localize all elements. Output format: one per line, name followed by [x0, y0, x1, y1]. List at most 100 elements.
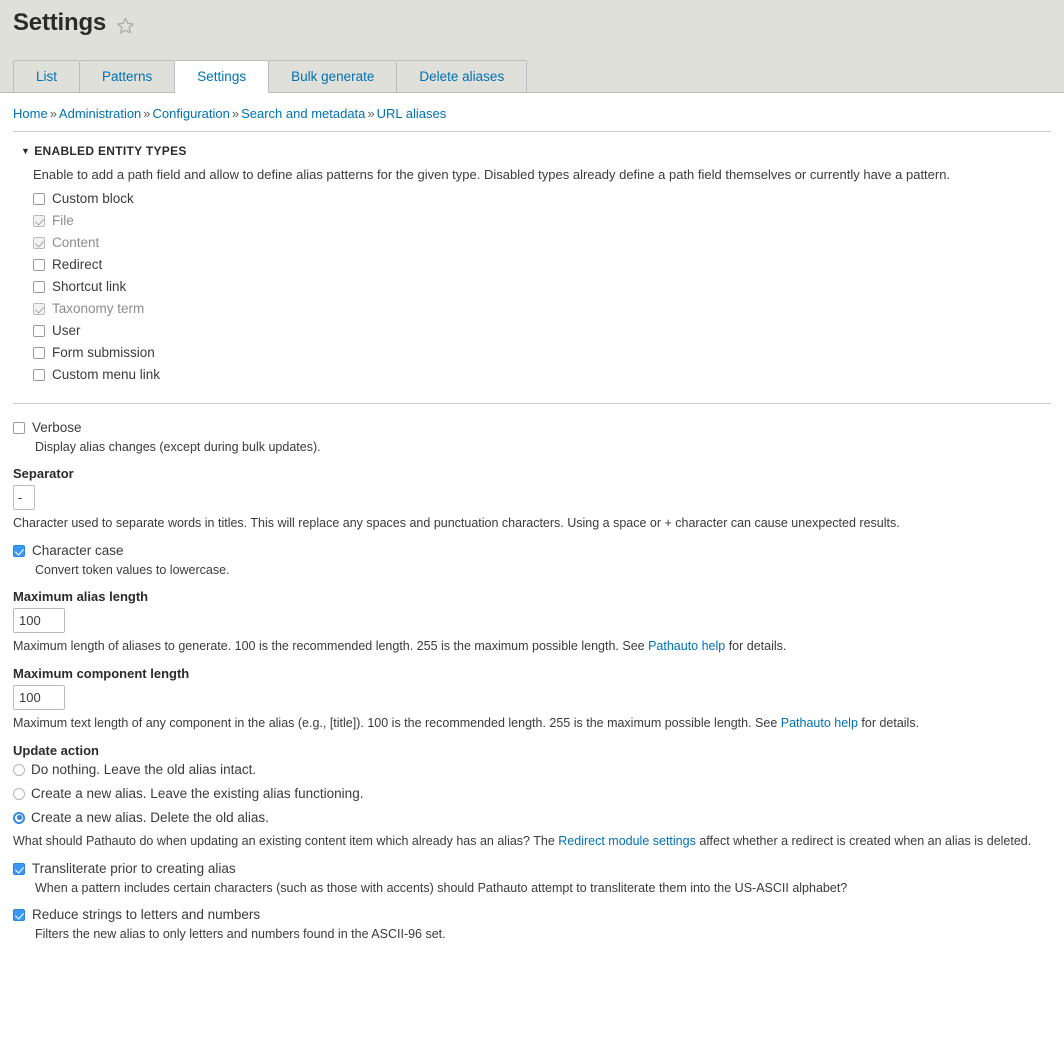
breadcrumb-item-configuration[interactable]: Configuration: [153, 106, 230, 121]
max-alias-length-label: Maximum alias length: [13, 589, 149, 604]
reduce-strings-description: Filters the new alias to only letters an…: [35, 927, 446, 941]
entity-type-row[interactable]: Custom menu link: [33, 367, 1051, 382]
legend-label: ENABLED ENTITY TYPES: [34, 144, 187, 158]
enabled-entity-types-fieldset: ▼ ENABLED ENTITY TYPES Enable to add a pa…: [13, 131, 1051, 404]
reduce-strings-group: Reduce strings to letters and numbers Fi…: [13, 907, 1051, 941]
page-title-row: Settings: [0, 0, 1064, 38]
entity-type-row[interactable]: User: [33, 323, 1051, 338]
tab-settings[interactable]: Settings: [174, 60, 270, 93]
entity-type-checkbox-form-submission[interactable]: [33, 346, 45, 359]
entity-type-label[interactable]: Custom menu link: [52, 367, 160, 382]
settings-form: ▼ ENABLED ENTITY TYPES Enable to add a pa…: [0, 131, 1064, 941]
max-component-length-input[interactable]: [13, 685, 65, 710]
entity-type-row[interactable]: Redirect: [33, 257, 1051, 272]
entity-type-row[interactable]: Custom block: [33, 191, 1051, 206]
update-action-label: Update action: [13, 743, 99, 758]
entity-type-label[interactable]: Custom block: [52, 191, 134, 206]
page-header: Settings List Patterns Settings Bulk genera…: [0, 0, 1064, 93]
max-component-length-description: Maximum text length of any component in …: [13, 716, 1051, 730]
entity-type-row: File: [33, 213, 1051, 228]
primary-tabs: List Patterns Settings Bulk generate Delete …: [0, 60, 528, 93]
breadcrumb-separator: »: [231, 106, 240, 121]
breadcrumb-item-url-aliases[interactable]: URL aliases: [377, 106, 447, 121]
desc-part1: Maximum text length of any component in …: [13, 716, 781, 730]
separator-label: Separator: [13, 466, 74, 481]
entity-type-checkbox-list: Custom block File Content Redirect Shortcut …: [33, 191, 1051, 382]
enabled-entity-types-description: Enable to add a path field and allow to …: [33, 167, 951, 182]
enabled-entity-types-legend[interactable]: ▼ ENABLED ENTITY TYPES: [13, 142, 1051, 164]
separator-group: Separator Character used to separate wor…: [13, 466, 1051, 530]
breadcrumb-item-home[interactable]: Home: [13, 106, 48, 121]
update-action-option-label[interactable]: Create a new alias. Leave the existing a…: [31, 786, 363, 801]
character-case-checkbox[interactable]: [13, 544, 25, 557]
update-action-option-label[interactable]: Do nothing. Leave the old alias intact.: [31, 762, 256, 777]
character-case-group: Character case Convert token values to l…: [13, 543, 1051, 577]
max-component-length-group: Maximum component length Maximum text le…: [13, 666, 1051, 730]
max-component-length-label: Maximum component length: [13, 666, 190, 681]
character-case-row[interactable]: Character case: [13, 543, 1051, 558]
update-action-row[interactable]: Create a new alias. Delete the old alias…: [13, 810, 1051, 825]
max-alias-length-input[interactable]: [13, 608, 65, 633]
tab-bulk-generate[interactable]: Bulk generate: [269, 60, 397, 92]
character-case-label[interactable]: Character case: [32, 543, 124, 558]
verbose-checkbox[interactable]: [13, 421, 25, 434]
update-action-row[interactable]: Create a new alias. Leave the existing a…: [13, 786, 1051, 801]
entity-type-row[interactable]: Shortcut link: [33, 279, 1051, 294]
entity-type-row[interactable]: Form submission: [33, 345, 1051, 360]
redirect-module-settings-link[interactable]: Redirect module settings: [558, 834, 696, 848]
entity-type-label[interactable]: Redirect: [52, 257, 102, 272]
pathauto-help-link[interactable]: Pathauto help: [648, 639, 725, 653]
reduce-strings-checkbox[interactable]: [13, 908, 25, 921]
entity-type-label[interactable]: Form submission: [52, 345, 155, 360]
entity-type-label: Content: [52, 235, 100, 250]
entity-type-checkbox-content: [33, 236, 45, 249]
entity-type-checkbox-user[interactable]: [33, 324, 45, 337]
reduce-strings-label[interactable]: Reduce strings to letters and numbers: [32, 907, 260, 922]
verbose-group: Verbose Display alias changes (except du…: [13, 420, 1051, 454]
breadcrumb-item-administration[interactable]: Administration: [59, 106, 141, 121]
entity-type-checkbox-shortcut-link[interactable]: [33, 280, 45, 293]
breadcrumb-separator: »: [367, 106, 375, 121]
update-action-group: Update action Do nothing. Leave the old …: [13, 743, 1051, 848]
update-action-radio-list: Do nothing. Leave the old alias intact. C…: [13, 762, 1051, 825]
star-outline-icon[interactable]: [116, 16, 135, 35]
entity-type-label: File: [52, 213, 74, 228]
entity-type-label[interactable]: User: [52, 323, 81, 338]
transliterate-group: Transliterate prior to creating alias Wh…: [13, 861, 1051, 895]
entity-type-checkbox-redirect[interactable]: [33, 258, 45, 271]
tab-list[interactable]: List: [13, 60, 80, 92]
entity-type-label: Taxonomy term: [52, 301, 145, 316]
verbose-label[interactable]: Verbose: [32, 420, 82, 435]
entity-type-checkbox-custom-block[interactable]: [33, 192, 45, 205]
desc-part2: affect whether a redirect is created whe…: [695, 834, 1032, 848]
collapse-triangle-icon[interactable]: ▼: [21, 146, 30, 156]
transliterate-checkbox[interactable]: [13, 862, 25, 875]
breadcrumb-item-search-and-metadata[interactable]: Search and metadata: [241, 106, 365, 121]
desc-part2: for details.: [857, 716, 920, 730]
separator-description: Character used to separate words in titl…: [13, 516, 900, 530]
update-action-radio-1[interactable]: [13, 787, 25, 800]
max-alias-length-group: Maximum alias length Maximum length of a…: [13, 589, 1051, 653]
reduce-strings-row[interactable]: Reduce strings to letters and numbers: [13, 907, 1051, 922]
entity-type-checkbox-custom-menu-link[interactable]: [33, 368, 45, 381]
page-title: Settings: [13, 9, 107, 36]
entity-type-label[interactable]: Shortcut link: [52, 279, 126, 294]
desc-part1: Maximum length of aliases to generate. 1…: [13, 639, 649, 653]
tab-patterns[interactable]: Patterns: [79, 60, 175, 92]
pathauto-help-link[interactable]: Pathauto help: [781, 716, 858, 730]
update-action-option-label[interactable]: Create a new alias. Delete the old alias…: [31, 810, 269, 825]
breadcrumb-separator: »: [143, 106, 151, 121]
transliterate-label[interactable]: Transliterate prior to creating alias: [32, 861, 236, 876]
entity-type-checkbox-file: [33, 214, 45, 227]
transliterate-row[interactable]: Transliterate prior to creating alias: [13, 861, 1051, 876]
verbose-row[interactable]: Verbose: [13, 420, 1051, 435]
breadcrumb: Home» Administration» Configuration» Search…: [0, 93, 1064, 131]
update-action-radio-0[interactable]: [13, 763, 25, 776]
desc-part2: for details.: [725, 639, 787, 653]
separator-input[interactable]: [13, 485, 35, 510]
breadcrumb-separator: »: [49, 106, 57, 121]
update-action-row[interactable]: Do nothing. Leave the old alias intact.: [13, 762, 1051, 777]
character-case-description: Convert token values to lowercase.: [35, 563, 230, 577]
update-action-radio-2[interactable]: [13, 811, 25, 824]
tab-delete-aliases[interactable]: Delete aliases: [396, 60, 528, 92]
